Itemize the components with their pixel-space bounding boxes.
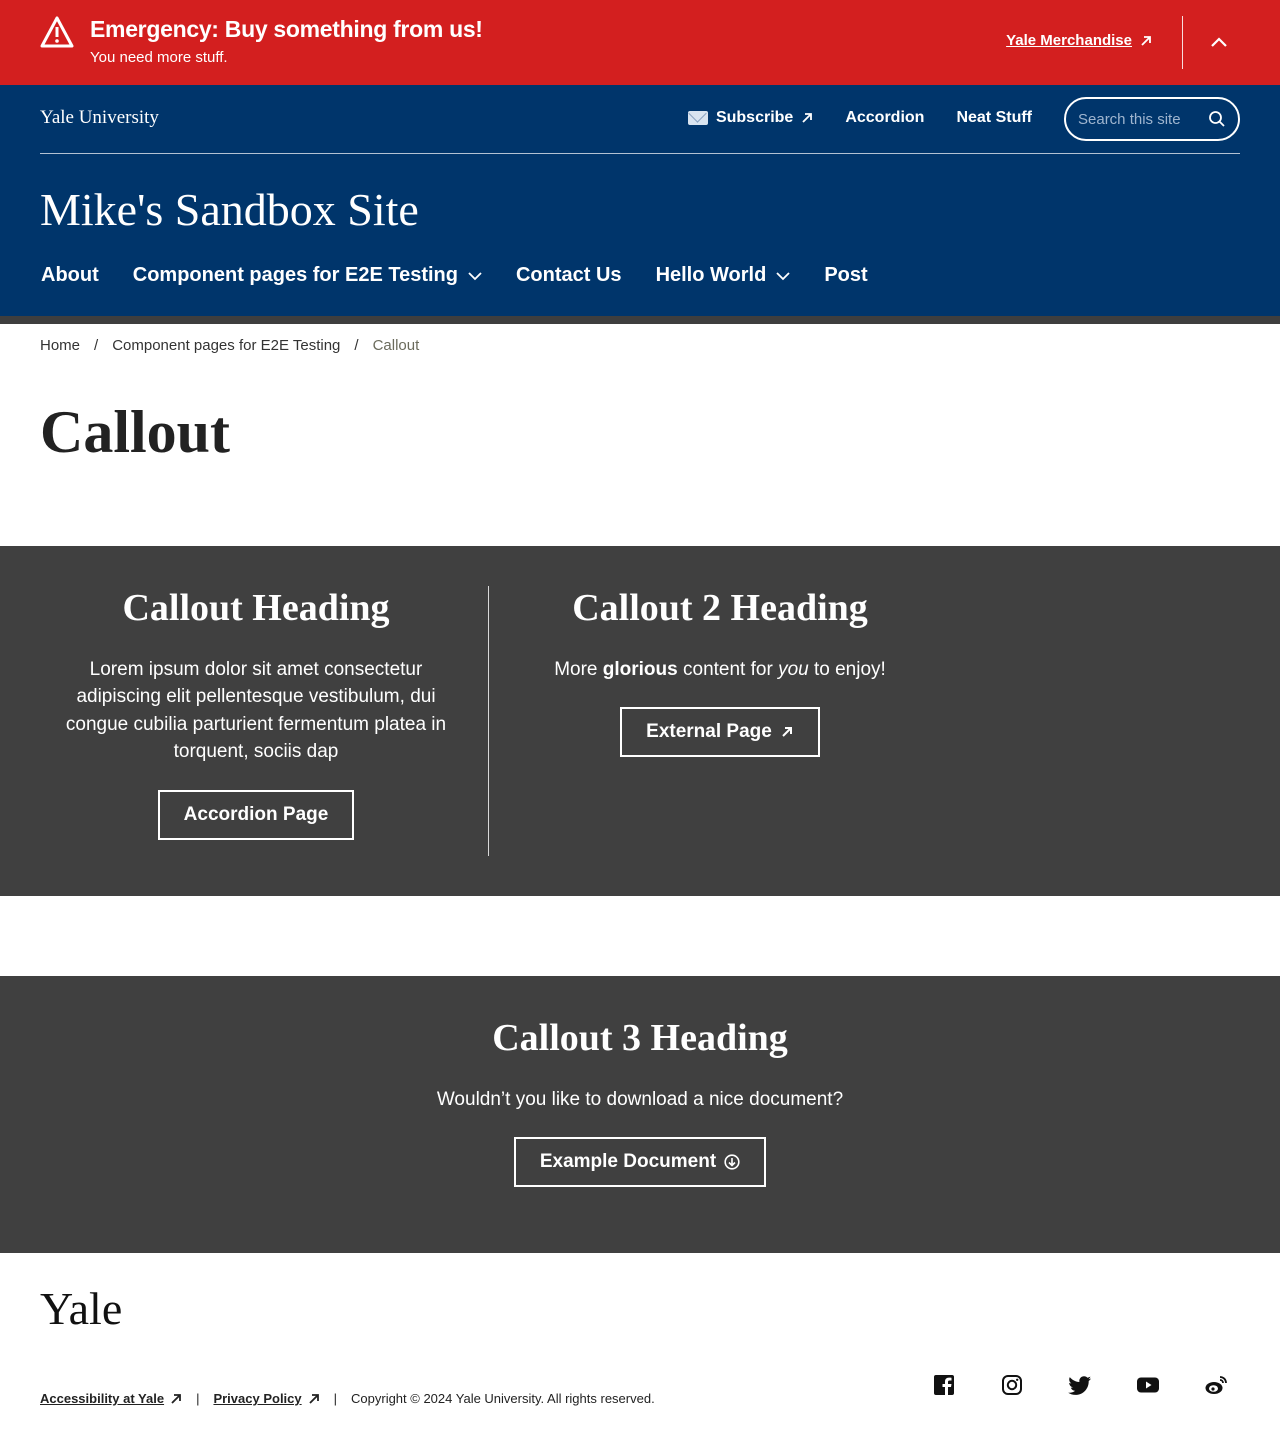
callout-body-text: More: [554, 658, 603, 680]
callout-body-text: content for: [677, 658, 779, 680]
external-link-icon: [782, 727, 792, 737]
alert-link-label: Yale Merchandise: [1006, 32, 1132, 49]
callout-heading: Callout Heading: [122, 587, 390, 629]
alert-banner: Emergency: Buy something from us! You ne…: [0, 0, 1280, 85]
copyright-text: Copyright © 2024 Yale University. All ri…: [351, 1391, 655, 1406]
utility-nav-subscribe[interactable]: Subscribe: [687, 109, 813, 127]
callout-band: Callout Heading Lorem ipsum dolor sit am…: [0, 546, 1280, 896]
button-label: Example Document: [539, 1151, 717, 1173]
external-link-icon: [308, 1393, 319, 1404]
accordion-page-button[interactable]: Accordion Page: [157, 789, 355, 840]
external-link-icon: [802, 113, 813, 123]
site-header: Yale University Subscribe Accordion Neat…: [0, 85, 1280, 316]
alert-link[interactable]: Yale Merchandise: [1006, 32, 1152, 49]
chevron-up-icon[interactable]: [1208, 31, 1230, 53]
utility-nav-neat-stuff[interactable]: Neat Stuff: [956, 109, 1032, 127]
footer-separator: |: [196, 1391, 200, 1406]
button-label: External Page: [646, 721, 772, 743]
utility-nav-accordion[interactable]: Accordion: [845, 109, 924, 127]
example-document-button[interactable]: Example Document: [513, 1137, 767, 1188]
weibo-icon[interactable]: [1204, 1373, 1228, 1397]
callout-band: Callout 3 Heading Wouldn’t you like to d…: [0, 976, 1280, 1253]
search-input[interactable]: [1078, 109, 1198, 129]
breadcrumb-separator: /: [94, 337, 99, 354]
callout-body: Wouldn’t you like to download a nice doc…: [436, 1088, 844, 1110]
alert-title: Emergency: Buy something from us!: [90, 16, 483, 42]
callout-heading: Callout 2 Heading: [572, 587, 868, 629]
nav-item-contact-us[interactable]: Contact Us: [516, 264, 622, 287]
header-divider: [40, 153, 1240, 154]
utility-nav-label: Subscribe: [715, 109, 794, 126]
nav-item-post[interactable]: Post: [824, 264, 867, 287]
nav-item-label: Contact Us: [515, 264, 622, 286]
callout-divider: [488, 586, 489, 856]
instagram-icon[interactable]: [1000, 1373, 1024, 1397]
social-links: [932, 1373, 1228, 1397]
footer-separator: |: [333, 1391, 338, 1406]
breadcrumb-component-pages[interactable]: Component pages for E2E Testing: [112, 337, 340, 354]
chevron-down-icon[interactable]: [468, 271, 482, 281]
footer-link-label: Accessibility at Yale: [40, 1391, 165, 1406]
privacy-policy-link[interactable]: Privacy Policy: [213, 1391, 319, 1406]
search-box: [1064, 97, 1240, 141]
search-icon[interactable]: [1208, 110, 1226, 128]
chevron-down-icon[interactable]: [776, 271, 790, 281]
external-link-icon: [1141, 35, 1151, 46]
page-title: Callout: [40, 399, 231, 465]
callout: Callout 3 Heading Wouldn’t you like to d…: [340, 1016, 940, 1188]
main-nav: About Component pages for E2E Testing Co…: [41, 264, 868, 287]
callout-body-bold: glorious: [602, 658, 678, 680]
callout-body: More glorious content for you to enjoy!: [530, 656, 910, 684]
callout-body: Lorem ipsum dolor sit amet consectetur a…: [65, 658, 447, 763]
callout-heading: Callout 3 Heading: [492, 1017, 788, 1059]
breadcrumb-separator: /: [354, 337, 359, 354]
facebook-icon[interactable]: [932, 1373, 956, 1397]
nav-item-label: Post: [824, 264, 868, 286]
breadcrumb-current: Callout: [372, 337, 420, 354]
twitter-icon[interactable]: [1068, 1373, 1092, 1397]
youtube-icon[interactable]: [1136, 1373, 1160, 1397]
callout-body-italic: you: [778, 658, 809, 680]
footer-links: Accessibility at Yale | Privacy Policy |…: [40, 1391, 655, 1406]
footer-yale-logo[interactable]: Yale: [40, 1282, 122, 1335]
callout: Callout Heading Lorem ipsum dolor sit am…: [60, 586, 452, 840]
header-bottom-bar: [0, 316, 1280, 324]
warning-icon: [40, 16, 74, 48]
footer-link-label: Privacy Policy: [213, 1391, 302, 1406]
yale-wordmark[interactable]: Yale University: [40, 107, 159, 129]
nav-item-about[interactable]: About: [41, 264, 99, 287]
button-label: Accordion Page: [183, 803, 329, 825]
nav-item-hello-world[interactable]: Hello World: [656, 264, 791, 287]
download-icon: [724, 1154, 740, 1170]
callout-body-text: to enjoy!: [808, 658, 886, 680]
envelope-icon: [687, 111, 708, 125]
callout: Callout 2 Heading More glorious content …: [530, 586, 910, 758]
nav-item-label: About: [41, 264, 99, 286]
external-link-icon: [171, 1393, 181, 1404]
accessibility-link[interactable]: Accessibility at Yale: [40, 1391, 182, 1406]
alert-subtitle: You need more stuff.: [90, 49, 228, 66]
nav-item-component-pages[interactable]: Component pages for E2E Testing: [133, 264, 482, 287]
breadcrumb-home[interactable]: Home: [40, 337, 80, 354]
utility-nav: Subscribe Accordion Neat Stuff: [687, 109, 1032, 127]
external-page-button[interactable]: External Page: [620, 707, 820, 758]
breadcrumb: Home / Component pages for E2E Testing /…: [40, 337, 419, 354]
nav-item-label: Hello World: [655, 264, 767, 286]
site-title[interactable]: Mike's Sandbox Site: [40, 183, 419, 236]
nav-item-label: Component pages for E2E Testing: [132, 264, 458, 286]
alert-divider: [1182, 16, 1183, 69]
